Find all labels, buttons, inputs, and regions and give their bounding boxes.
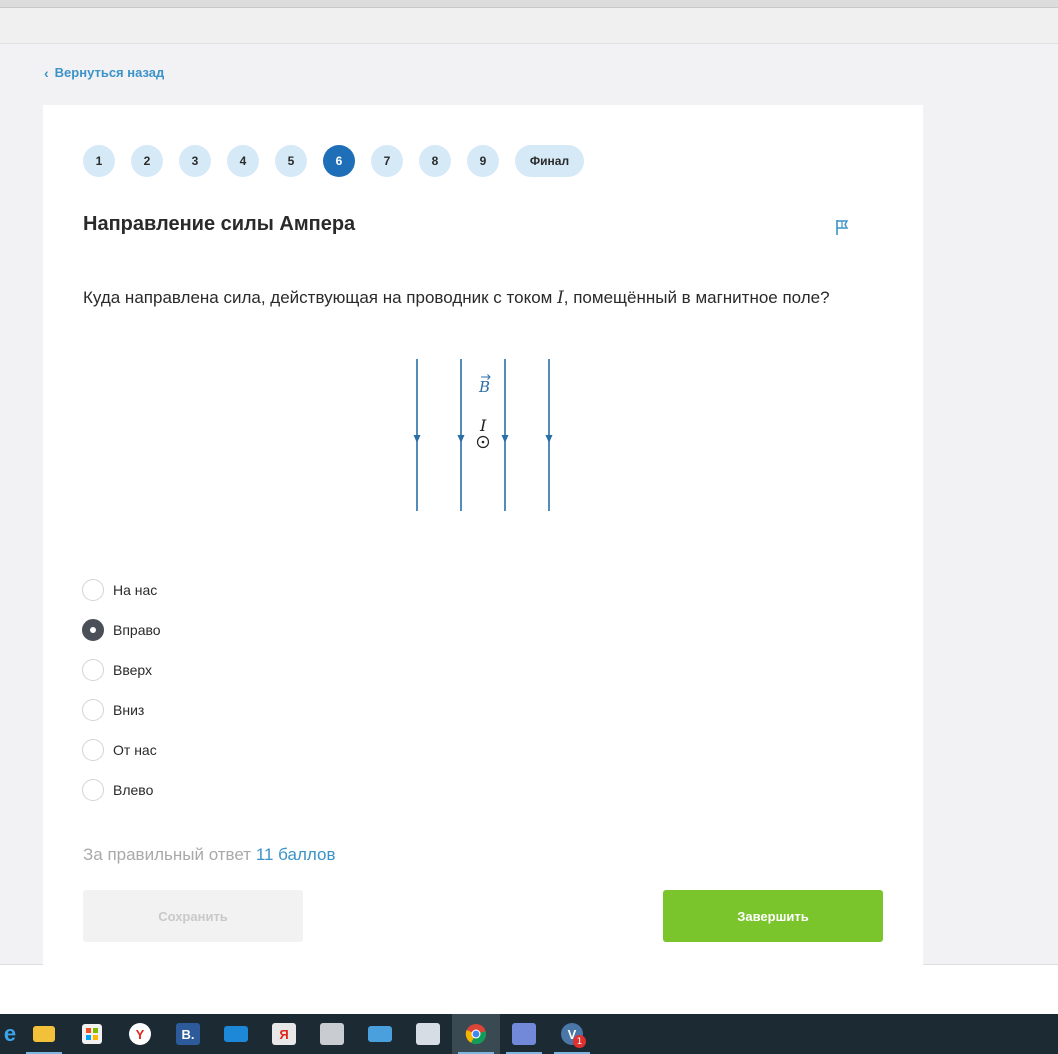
points-info: За правильный ответ 11 баллов [83, 845, 336, 865]
file-explorer-icon[interactable] [20, 1014, 68, 1054]
radio-button-checked[interactable] [82, 619, 104, 641]
question-text-part-1: Куда направлена сила, действующая на про… [83, 288, 558, 307]
points-prefix: За правильный ответ [83, 845, 252, 864]
field-arrow-1 [413, 435, 421, 443]
finish-button[interactable]: Завершить [663, 890, 883, 942]
vk-icon[interactable]: V 1 [548, 1014, 596, 1054]
option-na-nas[interactable]: На нас [82, 570, 161, 610]
chevron-left-icon: ‹ [44, 64, 49, 81]
field-vector-label: B [478, 374, 491, 396]
task-card: 1 2 3 4 5 6 7 8 9 Финал Направление силы… [43, 105, 923, 965]
step-2[interactable]: 2 [131, 145, 163, 177]
field-arrow-3 [501, 435, 509, 443]
step-navigation: 1 2 3 4 5 6 7 8 9 Финал [83, 145, 584, 177]
browser-toolbar [0, 8, 1058, 44]
save-button[interactable]: Сохранить [83, 890, 303, 942]
option-label: Влево [113, 782, 154, 798]
radio-button[interactable] [82, 579, 104, 601]
option-label: Вправо [113, 622, 161, 638]
radio-button[interactable] [82, 659, 104, 681]
option-label: Вниз [113, 702, 145, 718]
answer-options: На нас Вправо Вверх Вниз От нас Влево [82, 570, 161, 810]
mail-icon[interactable] [212, 1014, 260, 1054]
step-1[interactable]: 1 [83, 145, 115, 177]
field-label: B [478, 378, 490, 396]
option-label: Вверх [113, 662, 153, 678]
option-vlevo[interactable]: Влево [82, 770, 161, 810]
magnetic-field-diagram: B I [413, 359, 553, 511]
b-app-icon[interactable]: B. [164, 1014, 212, 1054]
step-4[interactable]: 4 [227, 145, 259, 177]
step-9[interactable]: 9 [467, 145, 499, 177]
step-3[interactable]: 3 [179, 145, 211, 177]
question-text-part-2: , помещённый в магнитное поле? [563, 288, 830, 307]
store-icon[interactable] [68, 1014, 116, 1054]
notification-badge: 1 [573, 1035, 586, 1048]
flag-icon[interactable] [834, 218, 852, 236]
step-final[interactable]: Финал [515, 145, 584, 177]
field-arrow-2 [457, 435, 465, 443]
step-8[interactable]: 8 [419, 145, 451, 177]
yandex-icon[interactable]: Я [260, 1014, 308, 1054]
option-label: От нас [113, 742, 157, 758]
radio-button[interactable] [82, 739, 104, 761]
task-title: Направление силы Ампера [83, 213, 356, 235]
task-manager-icon[interactable] [404, 1014, 452, 1054]
option-vniz[interactable]: Вниз [82, 690, 161, 730]
current-label: I [479, 416, 487, 435]
question-variable: I [557, 288, 564, 308]
back-link[interactable]: ‹ Вернуться назад [44, 65, 164, 80]
option-vverh[interactable]: Вверх [82, 650, 161, 690]
option-ot-nas[interactable]: От нас [82, 730, 161, 770]
current-out-of-page-icon [476, 435, 490, 449]
back-link-label: Вернуться назад [54, 65, 165, 80]
browser-tab-strip [0, 0, 1058, 8]
option-label: На нас [113, 582, 158, 598]
radio-button[interactable] [82, 699, 104, 721]
points-value: 11 баллов [255, 845, 336, 864]
option-vpravo[interactable]: Вправо [82, 610, 161, 650]
discord-icon[interactable] [500, 1014, 548, 1054]
photos-icon[interactable] [308, 1014, 356, 1054]
field-arrow-4 [545, 435, 553, 443]
step-7[interactable]: 7 [371, 145, 403, 177]
radio-button[interactable] [82, 779, 104, 801]
step-5[interactable]: 5 [275, 145, 307, 177]
question-text: Куда направлена сила, действующая на про… [83, 285, 883, 311]
windows-taskbar: e Y B. Я V 1 [0, 1014, 1058, 1054]
chrome-icon[interactable] [452, 1014, 500, 1054]
edge-icon[interactable]: e [0, 1014, 20, 1054]
control-panel-icon[interactable] [356, 1014, 404, 1054]
step-6-active[interactable]: 6 [323, 145, 355, 177]
yandex-browser-icon[interactable]: Y [116, 1014, 164, 1054]
